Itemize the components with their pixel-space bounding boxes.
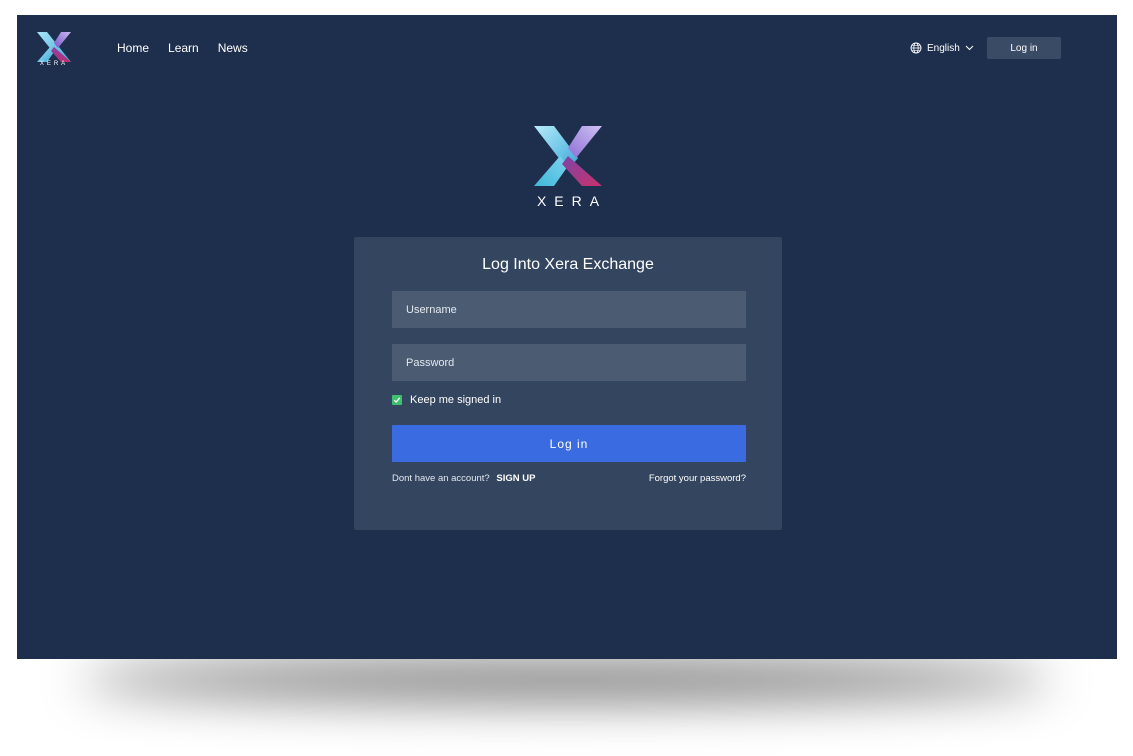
login-title: Log Into Xera Exchange — [482, 256, 654, 273]
hero-logo-text: XERA — [536, 193, 608, 209]
signup-link[interactable]: SIGN UP — [496, 473, 535, 484]
header-login-button[interactable]: Log in — [987, 37, 1061, 59]
xera-logo-icon — [37, 32, 71, 62]
chevron-down-icon — [965, 45, 974, 51]
forgot-password-link[interactable]: Forgot your password? — [649, 473, 746, 484]
signup-prompt: Dont have an account? SIGN UP — [392, 473, 535, 484]
no-account-text: Dont have an account? — [392, 473, 490, 484]
nav-link-news[interactable]: News — [218, 41, 248, 55]
nav-logo-text: XERA — [39, 61, 69, 67]
password-input[interactable] — [392, 344, 746, 381]
login-card: Log Into Xera Exchange Keep me signed in… — [354, 237, 782, 530]
window-shadow — [80, 660, 1053, 700]
keep-signed-in-toggle[interactable]: Keep me signed in — [392, 394, 501, 406]
keep-signed-in-checkbox[interactable] — [392, 395, 402, 405]
main-nav: Home Learn News — [117, 41, 248, 55]
login-submit-button[interactable]: Log in — [392, 425, 746, 462]
checkmark-icon — [393, 397, 401, 403]
hero-logo — [532, 125, 604, 187]
language-selector[interactable]: English — [910, 42, 974, 54]
nav-link-learn[interactable]: Learn — [168, 41, 199, 55]
nav-logo[interactable]: XERA — [36, 32, 72, 70]
nav-link-home[interactable]: Home — [117, 41, 149, 55]
keep-signed-in-label: Keep me signed in — [410, 394, 502, 406]
language-label: English — [927, 42, 960, 54]
app-window: XERA Home Learn News English Log in XERA… — [17, 15, 1117, 659]
username-input[interactable] — [392, 291, 746, 328]
xera-logo-icon — [534, 126, 602, 186]
globe-icon — [910, 42, 922, 54]
